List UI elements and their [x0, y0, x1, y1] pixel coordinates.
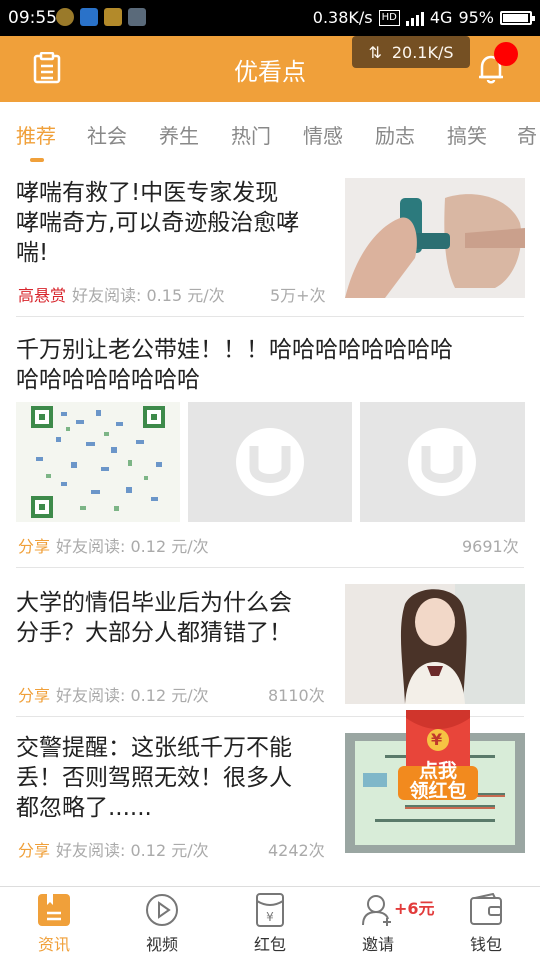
article-title: 交警提醒：这张纸千万不能 丢！否则驾照无效！很多人 都忽略了...... [16, 735, 292, 821]
battery-percent: 95% [458, 8, 494, 27]
app-notification-icon [56, 8, 74, 26]
speed-overlay: ⇅ 20.1K/S [352, 36, 470, 68]
qr-code-thumbnail [16, 402, 180, 522]
network-type: 4G [429, 8, 453, 27]
wallet-icon [470, 893, 502, 925]
tab-health[interactable]: 养生 [159, 120, 199, 149]
download-icon [128, 8, 146, 26]
share-tag: 分享 [18, 841, 51, 860]
tab-odd[interactable]: 奇 [517, 120, 537, 149]
nav-wallet[interactable]: 钱包 [446, 893, 526, 955]
category-tabs: 推荐 社会 养生 热门 情感 励志 搞笑 奇 [0, 102, 540, 162]
game-icon [104, 8, 122, 26]
signal-icon [405, 10, 424, 26]
tab-recommend[interactable]: 推荐 [16, 120, 56, 149]
message-icon [80, 8, 98, 26]
transfer-icon: ⇅ [368, 42, 382, 62]
hd-icon: HD [378, 9, 400, 26]
article-title: 千万别让老公带娃！！！哈哈哈哈哈哈哈哈 哈哈哈哈哈哈哈哈 [16, 337, 453, 393]
placeholder-thumbnail [188, 402, 352, 522]
tab-society[interactable]: 社会 [87, 120, 127, 149]
tab-funny[interactable]: 搞笑 [447, 120, 487, 149]
svg-text:¥: ¥ [266, 910, 274, 924]
play-icon [146, 894, 178, 926]
redpacket-icon: ¥ [256, 893, 284, 927]
bounty-tag: 高悬赏 [18, 286, 67, 305]
article-thumbnail [345, 584, 525, 704]
article-card[interactable]: 大学的情侣毕业后为什么会 分手？大部分人都猜错了！ 分享 好友阅读: 0.12 … [0, 568, 540, 716]
article-meta: 高悬赏 好友阅读: 0.15 元/次 [18, 282, 225, 306]
tab-inspire[interactable]: 励志 [375, 120, 415, 149]
network-speed: 0.38K/s [312, 8, 373, 27]
article-card[interactable]: 千万别让老公带娃！！！哈哈哈哈哈哈哈哈 哈哈哈哈哈哈哈哈 分享 好友阅读: 0.… [0, 317, 540, 567]
redpacket-line2: 领红包 [409, 780, 467, 802]
yuan-icon: ¥ [431, 730, 443, 749]
read-count: 5万+次 [270, 286, 326, 305]
reward-text: 好友阅读: 0.12 元/次 [56, 841, 209, 860]
read-count: 4242次 [268, 841, 325, 860]
nav-video-label: 视频 [145, 935, 178, 954]
share-tag: 分享 [18, 537, 51, 556]
reward-text: 好友阅读: 0.12 元/次 [56, 686, 209, 705]
status-bar: 09:55 0.38K/s HD 4G 95% [0, 0, 540, 36]
nav-news-label: 资讯 [37, 935, 70, 954]
article-title: 哮喘有救了!中医专家发现 哮喘奇方,可以奇迹般治愈哮 喘! [16, 180, 300, 266]
article-meta: 分享 好友阅读: 0.12 元/次 [18, 837, 209, 861]
news-icon [38, 894, 70, 926]
notification-icons [56, 8, 146, 26]
read-count: 9691次 [462, 537, 519, 556]
nav-wallet-label: 钱包 [469, 935, 502, 954]
status-right: 0.38K/s HD 4G 95% [312, 8, 535, 27]
placeholder-thumbnail [360, 402, 525, 522]
tab-hot[interactable]: 热门 [231, 120, 271, 149]
article-thumbnail [345, 178, 525, 298]
u-logo-icon [236, 428, 304, 496]
notification-dot [494, 42, 518, 66]
status-time: 09:55 [8, 8, 57, 28]
article-meta: 分享 好友阅读: 0.12 元/次 [18, 533, 209, 557]
read-count: 8110次 [268, 686, 325, 705]
article-meta: 分享 好友阅读: 0.12 元/次 [18, 682, 209, 706]
tab-emotion[interactable]: 情感 [303, 120, 343, 149]
redpacket-button[interactable]: ¥ 点我 领红包 [398, 710, 478, 802]
nav-invite-label: 邀请 [361, 935, 394, 954]
u-logo-icon [408, 428, 476, 496]
reward-text: 好友阅读: 0.15 元/次 [72, 286, 225, 305]
nav-redpacket[interactable]: ¥ 红包 [230, 893, 310, 955]
speed-value: 20.1K/S [391, 42, 454, 62]
invite-bonus-badge: +6元 [394, 899, 435, 918]
add-user-icon [362, 895, 391, 926]
article-title: 大学的情侣毕业后为什么会 分手？大部分人都猜错了！ [16, 590, 292, 646]
battery-icon [500, 10, 535, 25]
reward-text: 好友阅读: 0.12 元/次 [56, 537, 209, 556]
nav-video[interactable]: 视频 [122, 893, 202, 955]
nav-redpacket-label: 红包 [253, 935, 286, 954]
nav-news[interactable]: 资讯 [14, 893, 94, 955]
bottom-nav: 资讯 视频 ¥ 红包 邀请 +6元 钱包 [0, 886, 540, 961]
article-card[interactable]: 哮喘有救了!中医专家发现 哮喘奇方,可以奇迹般治愈哮 喘! 高悬赏 好友阅读: … [0, 162, 540, 316]
share-tag: 分享 [18, 686, 51, 705]
